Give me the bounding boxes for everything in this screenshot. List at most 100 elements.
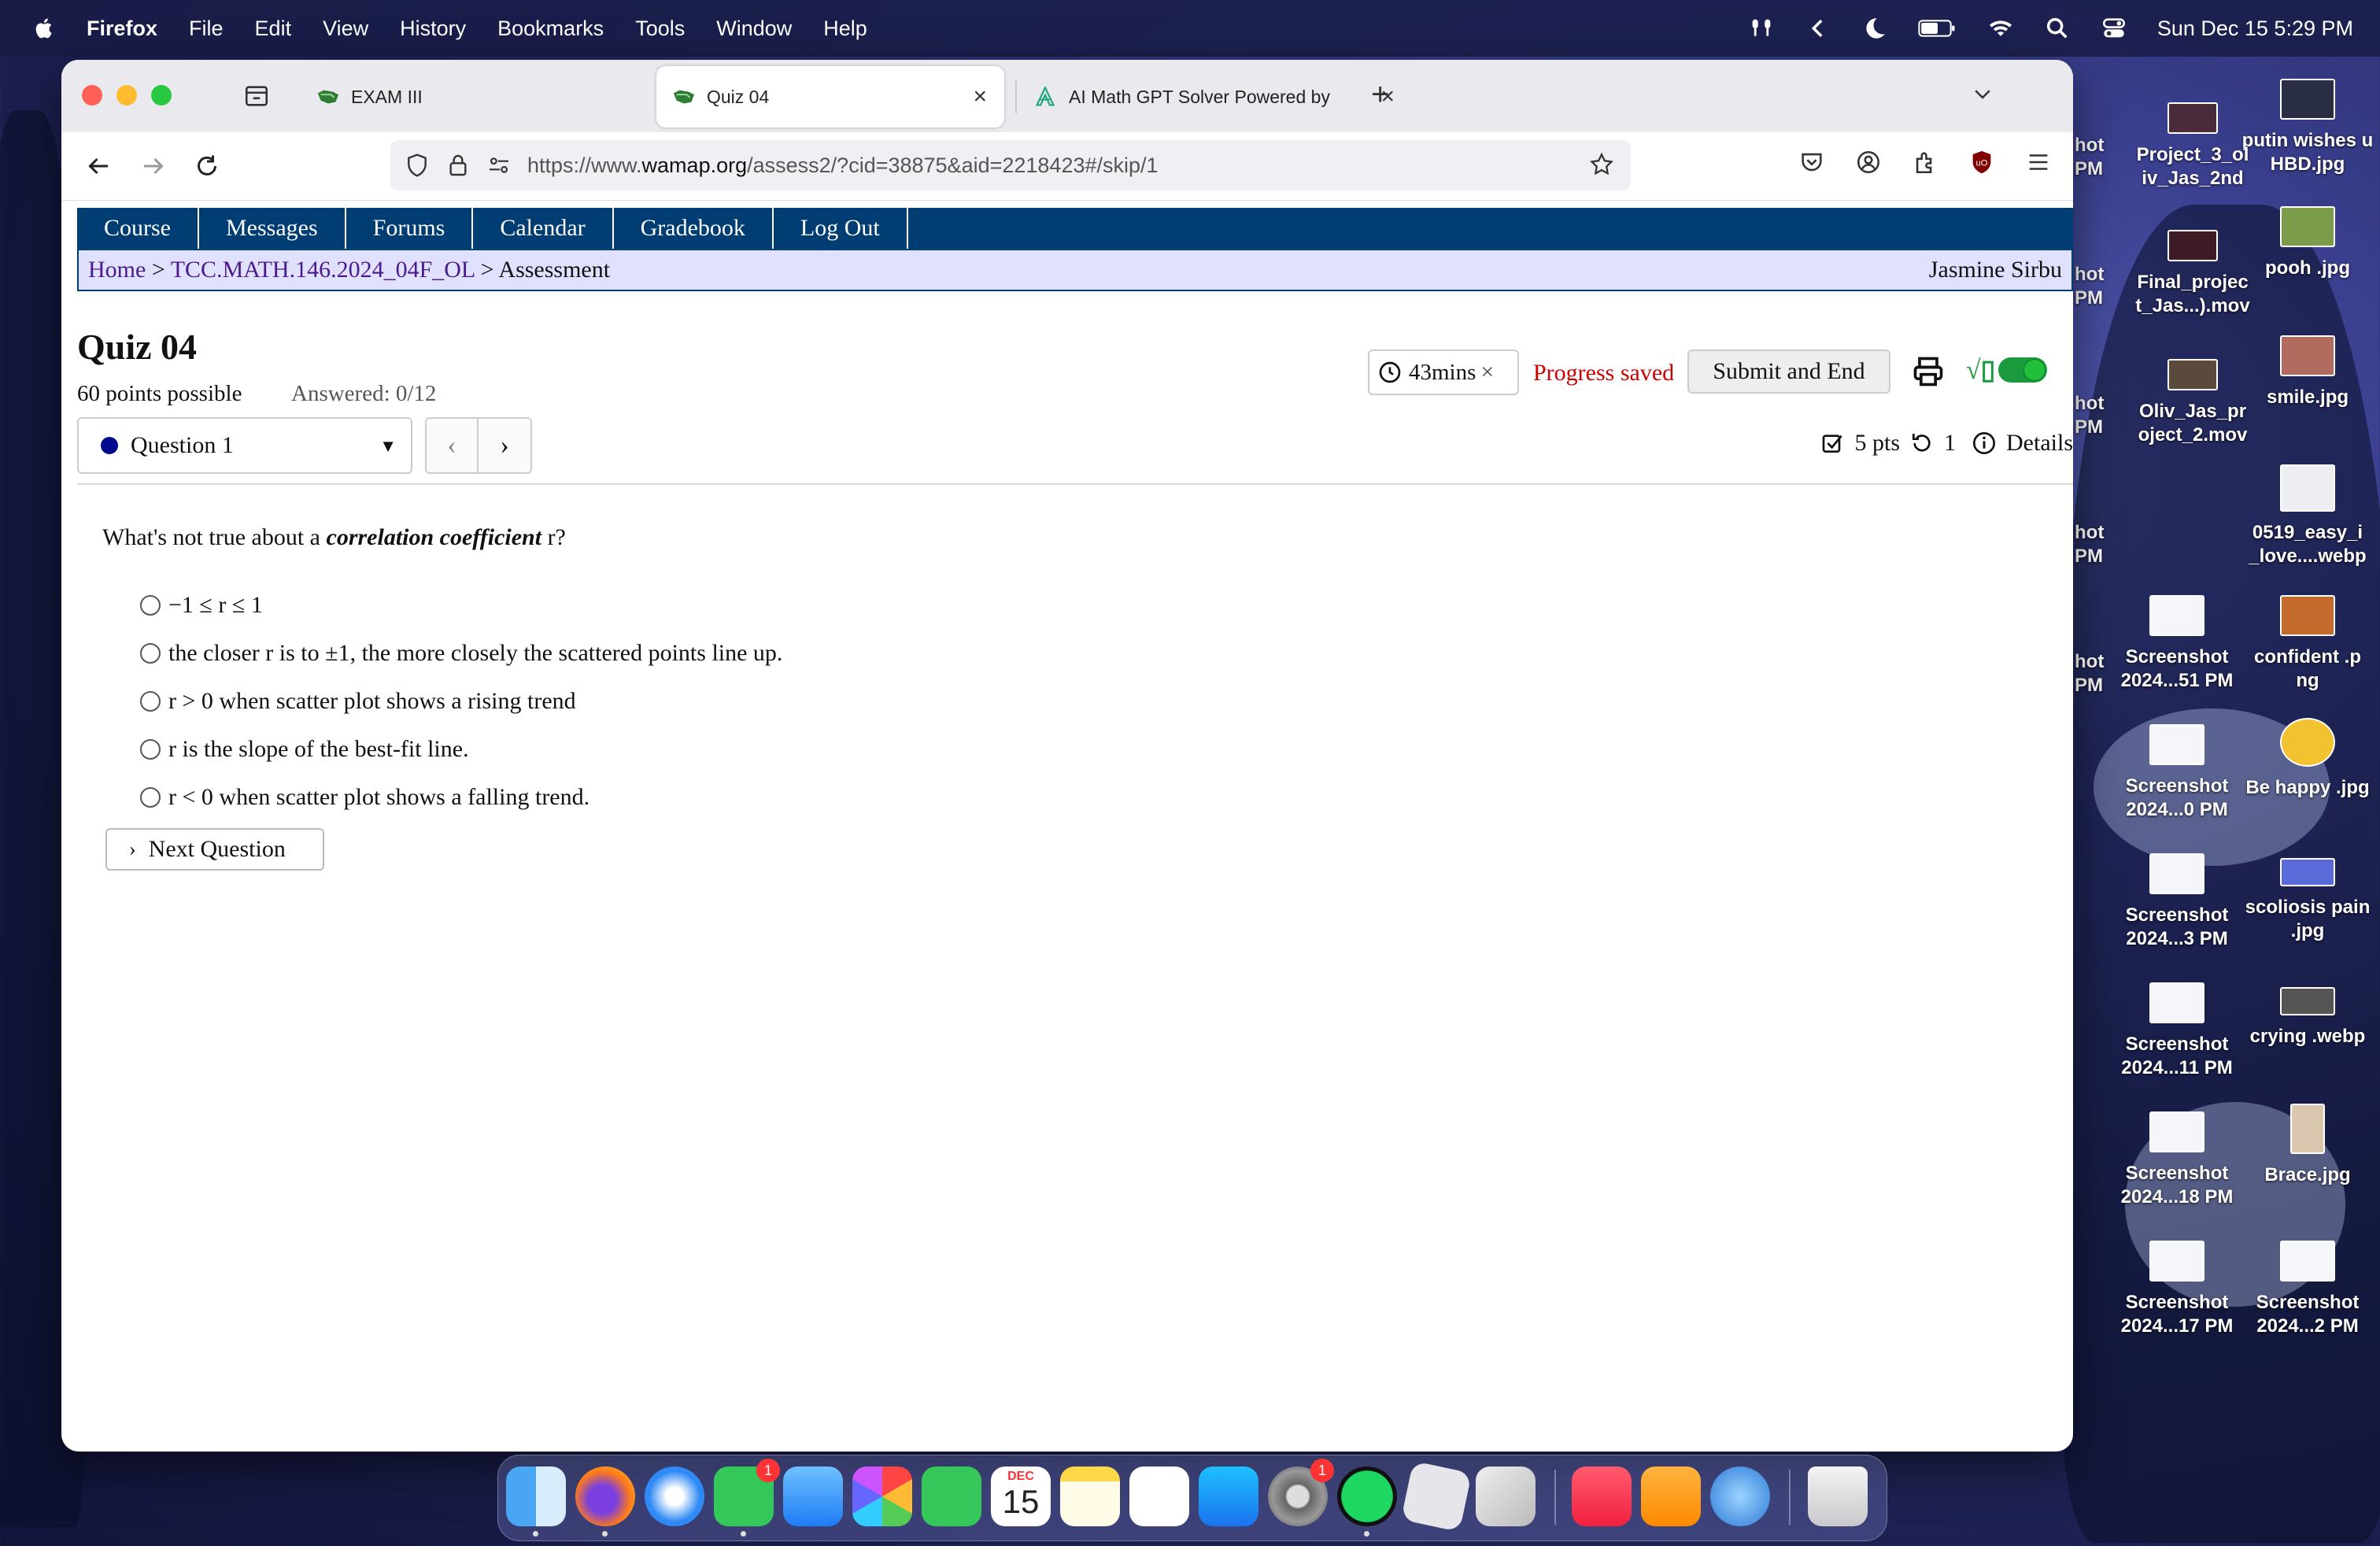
desktop-file[interactable]: Screenshot 2024...2 PM	[2241, 1241, 2374, 1338]
desktop-file[interactable]: Screenshot 2024...51 PM	[2111, 595, 2243, 693]
finder-icon[interactable]	[506, 1466, 566, 1526]
firefox-icon[interactable]	[575, 1466, 635, 1526]
new-tab-icon[interactable]: +	[1371, 77, 1389, 113]
menu-history[interactable]: History	[400, 17, 466, 41]
nav-calendar[interactable]: Calendar	[473, 208, 614, 249]
menu-help[interactable]: Help	[823, 17, 867, 41]
tab-close-icon[interactable]: ×	[973, 85, 987, 109]
messages-icon[interactable]: 1	[714, 1459, 780, 1526]
desktop-file[interactable]: 0519_easy_i _love....webp	[2241, 464, 2374, 568]
radio-button[interactable]	[140, 594, 161, 616]
close-window-button[interactable]	[82, 85, 102, 105]
calendar-icon[interactable]: DEC 15	[991, 1466, 1051, 1526]
desktop-file[interactable]: smile.jpg	[2241, 335, 2374, 409]
nav-gradebook[interactable]: Gradebook	[614, 208, 774, 249]
radio-button[interactable]	[140, 690, 161, 712]
timer[interactable]: 43mins ×	[1368, 350, 1519, 395]
desktop-file[interactable]: Screenshot 2024...17 PM	[2111, 1241, 2243, 1338]
math-entry-toggle[interactable]: √▯	[1966, 354, 2048, 386]
photos-icon[interactable]	[852, 1466, 912, 1526]
desktop-file[interactable]: pooh .jpg	[2241, 206, 2374, 280]
facetime-icon[interactable]	[922, 1466, 981, 1526]
menu-app-name[interactable]: Firefox	[87, 17, 157, 41]
chevron-left-icon[interactable]	[1805, 15, 1831, 42]
extensions-icon[interactable]	[1911, 148, 1939, 176]
list-all-tabs-icon[interactable]	[1971, 82, 1994, 112]
desktop-file[interactable]: Oliv_Jas_pr oject_2.mov	[2127, 359, 2259, 447]
tracking-shield-icon[interactable]	[403, 151, 431, 179]
menu-edit[interactable]: Edit	[255, 17, 292, 41]
app-store-icon[interactable]	[1199, 1466, 1258, 1526]
menu-clock[interactable]: Sun Dec 15 5:29 PM	[2157, 17, 2353, 41]
nav-course[interactable]: Course	[77, 208, 199, 249]
answer-choice[interactable]: r > 0 when scatter plot shows a rising t…	[140, 677, 782, 725]
iphone-mirroring-icon[interactable]	[1476, 1466, 1536, 1526]
pocket-icon[interactable]	[1798, 148, 1826, 176]
permissions-icon[interactable]	[485, 151, 513, 179]
network-globe-icon[interactable]	[1710, 1466, 1770, 1526]
hide-timer-icon[interactable]: ×	[1480, 359, 1494, 386]
hamburger-menu-icon[interactable]	[2024, 148, 2053, 176]
radio-button[interactable]	[140, 738, 161, 760]
bookmark-star-icon[interactable]	[1588, 151, 1617, 179]
pages-icon[interactable]	[1641, 1466, 1701, 1526]
tab-exam-iii[interactable]: EXAM III ×	[301, 66, 710, 128]
music-icon[interactable]	[1572, 1466, 1632, 1526]
details-link[interactable]: Details	[2006, 430, 2073, 457]
previous-question-button[interactable]: ‹	[425, 417, 479, 474]
search-icon[interactable]	[2044, 15, 2071, 42]
forward-icon[interactable]	[137, 150, 170, 183]
desktop-file[interactable]: Final_projec t_Jas...).mov	[2127, 230, 2259, 318]
tab-ai-math-solver[interactable]: AI Math GPT Solver Powered by ×	[1018, 66, 1412, 128]
radio-button[interactable]	[140, 786, 161, 808]
desktop-file[interactable]: putin wishes u HBD.jpg	[2241, 79, 2374, 176]
nav-forums[interactable]: Forums	[346, 208, 474, 249]
safari-icon[interactable]	[645, 1466, 704, 1526]
mail-icon[interactable]	[783, 1466, 843, 1526]
account-icon[interactable]	[1854, 148, 1883, 176]
control-center-icon[interactable]	[2101, 15, 2127, 42]
answer-choice[interactable]: the closer r is to ±1, the more closely …	[140, 629, 782, 677]
submit-and-end-button[interactable]: Submit and End	[1687, 350, 1890, 394]
answer-choice[interactable]: −1 ≤ r ≤ 1	[140, 581, 782, 629]
reload-icon[interactable]	[190, 150, 224, 183]
desktop-file[interactable]: Brace.jpg	[2241, 1104, 2374, 1187]
next-question-button[interactable]: › Next Question	[105, 828, 324, 871]
menu-tools[interactable]: Tools	[635, 17, 685, 41]
url-text[interactable]: https://www.wamap.org/assess2/?cid=38875…	[527, 153, 1159, 178]
answer-choice[interactable]: r is the slope of the best-fit line.	[140, 725, 782, 773]
apple-menu-icon[interactable]	[31, 13, 58, 43]
tab-overview-icon[interactable]	[241, 80, 272, 112]
menu-bookmarks[interactable]: Bookmarks	[497, 17, 604, 41]
reminders-icon[interactable]	[1129, 1466, 1189, 1526]
question-select[interactable]: Question 1 ▼	[77, 417, 412, 474]
tab-quiz-04[interactable]: Quiz 04 ×	[656, 66, 1004, 128]
nav-messages[interactable]: Messages	[199, 208, 346, 249]
breadcrumb-home[interactable]: Home	[88, 257, 146, 283]
print-icon[interactable]	[1911, 354, 1946, 389]
wifi-icon[interactable]	[1987, 15, 2014, 42]
zoom-window-button[interactable]	[151, 85, 172, 105]
toggle-switch[interactable]	[1998, 357, 2048, 383]
trash-icon[interactable]	[1808, 1466, 1868, 1526]
desktop-file[interactable]: crying .webp	[2241, 987, 2374, 1049]
info-icon[interactable]	[1972, 431, 1997, 456]
radio-button[interactable]	[140, 642, 161, 664]
desktop-file[interactable]: scoliosis pain .jpg	[2241, 858, 2374, 943]
desktop-file[interactable]: confident .p ng	[2241, 595, 2374, 693]
roblox-icon[interactable]	[1400, 1460, 1473, 1533]
notes-icon[interactable]	[1060, 1466, 1120, 1526]
minimize-window-button[interactable]	[116, 85, 137, 105]
breadcrumb-course[interactable]: TCC.MATH.146.2024_04F_OL	[171, 257, 475, 283]
menu-window[interactable]: Window	[716, 17, 792, 41]
menu-file[interactable]: File	[189, 17, 224, 41]
desktop-file[interactable]: Screenshot 2024...0 PM	[2111, 724, 2243, 822]
back-icon[interactable]	[82, 150, 115, 183]
menu-view[interactable]: View	[323, 17, 368, 41]
desktop-file[interactable]: Screenshot 2024...11 PM	[2111, 982, 2243, 1080]
airpods-icon[interactable]	[1748, 15, 1775, 42]
spotify-icon[interactable]	[1337, 1466, 1397, 1526]
desktop-file[interactable]: Screenshot 2024...18 PM	[2111, 1111, 2243, 1209]
moon-icon[interactable]	[1861, 15, 1888, 42]
next-question-arrow-button[interactable]: ›	[479, 417, 532, 474]
